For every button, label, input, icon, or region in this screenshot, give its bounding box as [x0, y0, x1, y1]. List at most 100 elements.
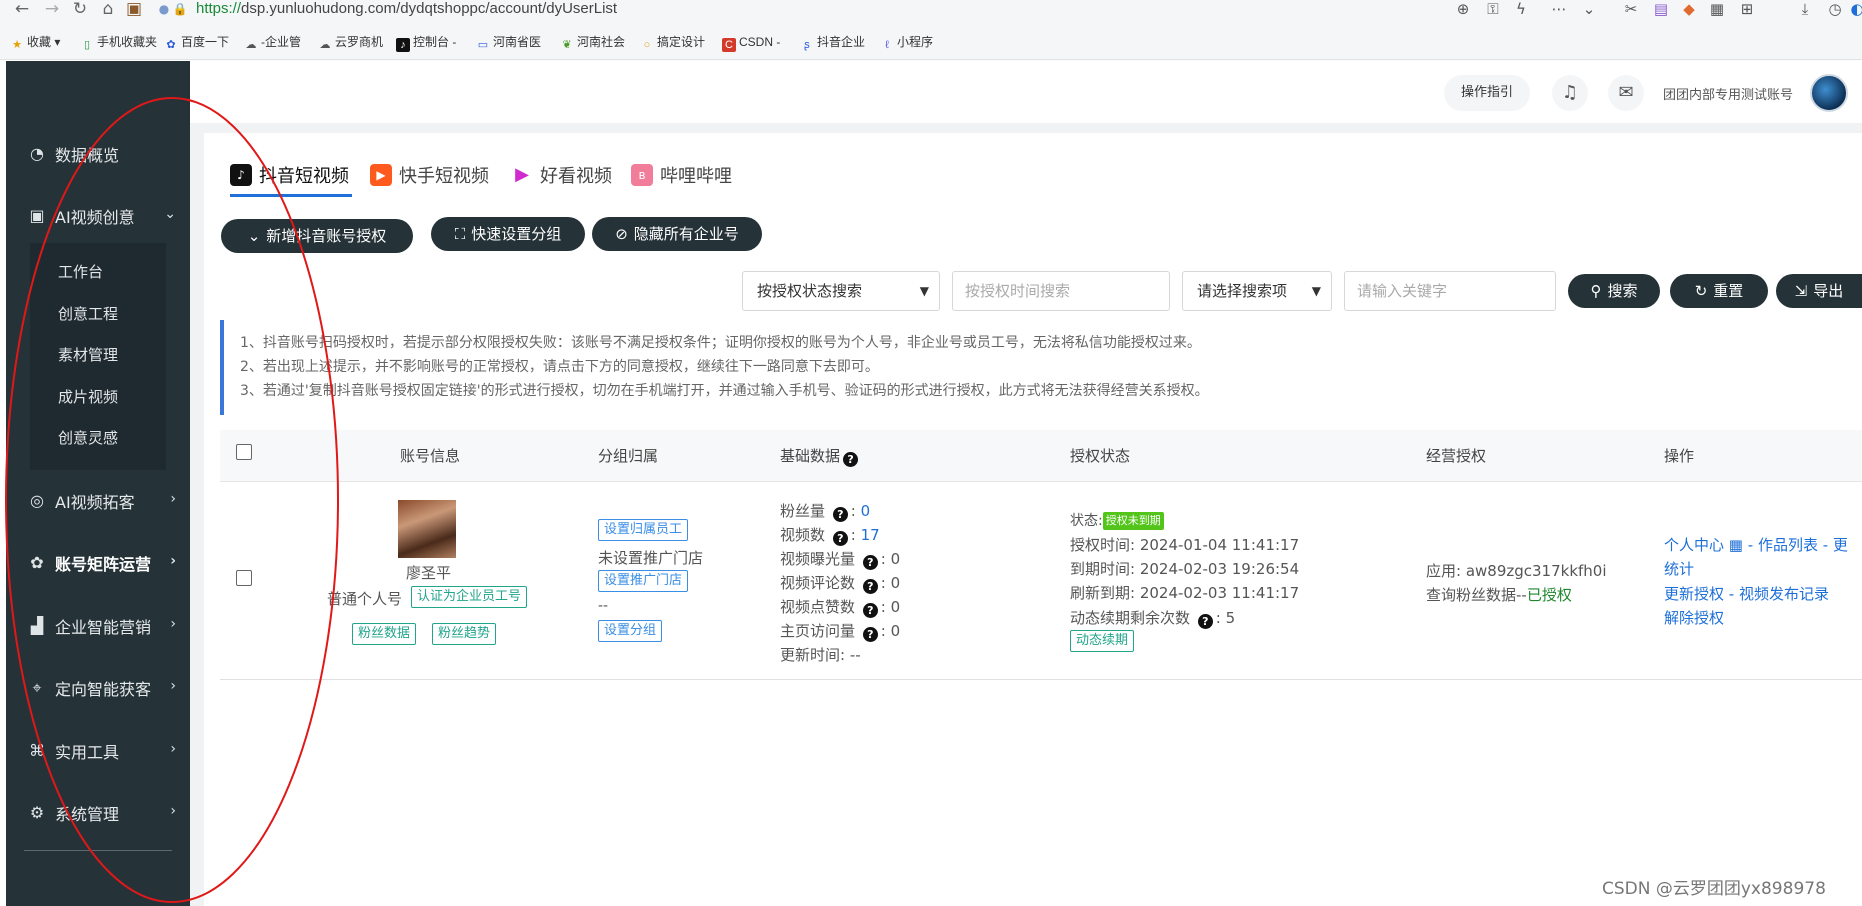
auth-status-select[interactable]: 按授权状态搜索 ▼	[742, 271, 940, 311]
personal-center-link[interactable]: 个人中心	[1664, 536, 1724, 554]
publish-log-link[interactable]: 视频发布记录	[1739, 585, 1829, 603]
set-store-button[interactable]: 设置推广门店	[598, 570, 689, 592]
avatar[interactable]	[1810, 74, 1848, 112]
bookmark-item[interactable]: ★ 收藏 ▾	[10, 34, 60, 52]
help-icon[interactable]: ?	[832, 507, 848, 522]
chevron-down-icon[interactable]: ⌄	[1578, 0, 1600, 20]
fans-label: 粉丝量	[780, 502, 826, 520]
sidebar-item-matrix[interactable]: ✿ 账号矩阵运营 ›	[6, 543, 190, 583]
target-icon: ◎	[30, 491, 44, 510]
extension-icon[interactable]: ▦	[1706, 0, 1728, 20]
select-all-checkbox[interactable]	[236, 444, 252, 460]
address-bar[interactable]: https://dsp.yunluohudong.com/dydqtshoppc…	[196, 0, 1636, 20]
submenu-item-workbench[interactable]: 工作台	[58, 261, 103, 282]
submenu-item-inspiration[interactable]: 创意灵感	[58, 427, 118, 448]
back-icon[interactable]: ←	[8, 0, 36, 20]
bag-icon[interactable]: ▣	[120, 0, 148, 20]
export-button[interactable]: ⇲ 导出	[1776, 274, 1862, 308]
guide-button[interactable]: 操作指引	[1444, 75, 1530, 111]
help-icon[interactable]: ?	[1197, 614, 1213, 629]
sidebar-item-ai-acquire[interactable]: ◎ AI视频拓客 ›	[6, 481, 190, 521]
bookmark-item[interactable]: ○ 搞定设计	[640, 34, 705, 52]
sidebar-item-tools[interactable]: ⌘ 实用工具 ›	[6, 731, 190, 771]
likes-value: 0	[890, 598, 901, 616]
location-icon: ⌖	[32, 678, 42, 697]
sidebar-item-system[interactable]: ⚙ 系统管理 ›	[6, 793, 190, 833]
bookmark-item[interactable]: ✿ 百度一下	[164, 34, 229, 52]
game-icon[interactable]: ◆	[1678, 0, 1700, 20]
search-button[interactable]: ⚲ 搜索	[1568, 274, 1660, 308]
help-icon[interactable]: ?	[843, 452, 859, 467]
key-icon[interactable]: ⚿	[1482, 0, 1504, 20]
row-checkbox[interactable]	[236, 570, 252, 586]
submenu-item-projects[interactable]: 创意工程	[58, 303, 118, 324]
hide-enterprise-button[interactable]: ⊘ 隐藏所有企业号	[592, 217, 762, 251]
tab-haokan[interactable]: ▶ 好看视频	[511, 160, 612, 190]
bookmark-item[interactable]: ʂ 抖音企业	[800, 34, 865, 52]
help-icon[interactable]: ?	[862, 627, 878, 642]
reset-button[interactable]: ↻ 重置	[1670, 274, 1768, 308]
zoom-icon[interactable]: ⊕	[1452, 0, 1474, 20]
bookmark-item[interactable]: ♪ 控制台 -	[396, 34, 456, 52]
bookmark-item[interactable]: ℓ 小程序	[880, 34, 933, 52]
submenu-item-materials[interactable]: 素材管理	[58, 344, 118, 365]
dynamic-renew-tag[interactable]: 动态续期	[1070, 630, 1135, 652]
bookmark-item[interactable]: C CSDN -	[722, 34, 780, 52]
history-icon[interactable]: ◷	[1824, 0, 1846, 20]
tab-douyin[interactable]: ♪ 抖音短视频	[230, 160, 349, 190]
sidebar-item-dashboard[interactable]: ◔ 数据概览	[6, 134, 190, 174]
fans-value[interactable]: 0	[861, 502, 871, 520]
tab-bilibili[interactable]: ʙ 哔哩哔哩	[631, 160, 732, 190]
tiktok-icon: ♪	[396, 38, 410, 52]
miniapp-icon: ℓ	[885, 39, 889, 51]
help-icon[interactable]: ?	[862, 555, 878, 570]
scissors-icon[interactable]: ✂	[1620, 0, 1642, 20]
account-name[interactable]: 团团内部专用测试账号	[1663, 84, 1793, 103]
keyword-input[interactable]: 请输入关键字	[1344, 271, 1556, 311]
add-account-button[interactable]: ⌄ 新增抖音账号授权	[221, 219, 413, 253]
download-icon[interactable]: ⤓	[1794, 0, 1816, 20]
auth-time-input[interactable]: 按授权时间搜索	[952, 271, 1170, 311]
forward-icon[interactable]: →	[38, 0, 66, 20]
home-icon[interactable]: ⌂	[94, 0, 122, 20]
bell-icon[interactable]: ♫	[1552, 75, 1588, 111]
help-icon[interactable]: ?	[862, 603, 878, 618]
help-icon[interactable]: ?	[862, 579, 878, 594]
profile-icon[interactable]: ◐	[1846, 0, 1862, 20]
quick-group-button[interactable]: ⛶ 快速设置分组	[431, 217, 585, 251]
help-icon[interactable]: ?	[832, 531, 848, 546]
revoke-link[interactable]: 解除授权	[1664, 607, 1724, 628]
stats-link[interactable]: 统计	[1664, 558, 1694, 579]
submenu-item-videos[interactable]: 成片视频	[58, 386, 118, 407]
verify-employee-tag[interactable]: 认证为企业员工号	[411, 586, 528, 608]
bookmark-item[interactable]: ❦ 河南社会	[560, 34, 625, 52]
sidebar-item-targeted[interactable]: ⌖ 定向智能获客 ›	[6, 668, 190, 708]
tab-kuaishou[interactable]: ▶ 快手短视频	[370, 160, 489, 190]
works-list-link[interactable]: 作品列表	[1758, 536, 1818, 554]
bookmark-item[interactable]: ▭ 河南省医	[476, 34, 541, 52]
sidebar-item-label: 账号矩阵运营	[55, 555, 152, 574]
set-staff-button[interactable]: 设置归属员工	[598, 519, 689, 541]
more-link[interactable]: 更	[1833, 536, 1848, 554]
apps-icon[interactable]: ⊞	[1736, 0, 1758, 20]
fans-trend-tag[interactable]: 粉丝趋势	[432, 623, 497, 645]
sidebar-item-marketing[interactable]: ▟ 企业智能营销 ›	[6, 606, 190, 646]
more-icon[interactable]: ⋯	[1548, 0, 1570, 20]
reload-icon[interactable]: ↻	[66, 0, 94, 20]
sidebar-item-ai-video[interactable]: ▣ AI视频创意 ⌄	[6, 196, 190, 236]
tab-active-underline	[230, 194, 352, 197]
notice-line: 2、若出现上述提示，并不影响账号的正常授权，请点击下方的同意授权，继续往下一路同…	[240, 359, 879, 375]
qrcode-icon[interactable]: ▦	[1729, 536, 1743, 554]
lightning-icon[interactable]: ϟ	[1510, 0, 1532, 20]
user-avatar[interactable]	[398, 500, 456, 558]
search-field-select[interactable]: 请选择搜索项 ▼	[1182, 271, 1332, 311]
translate-icon[interactable]: ▤	[1650, 0, 1672, 20]
fans-data-tag[interactable]: 粉丝数据	[352, 623, 417, 645]
bookmark-item[interactable]: ▯ 手机收藏夹	[80, 34, 157, 52]
videos-value[interactable]: 17	[861, 526, 880, 544]
mail-icon[interactable]: ✉	[1608, 75, 1644, 111]
bookmark-item[interactable]: ☁ -企业管	[244, 34, 302, 52]
bookmark-item[interactable]: ☁ 云罗商机	[318, 34, 384, 52]
reauth-link[interactable]: 更新授权	[1664, 585, 1724, 603]
set-group-button[interactable]: 设置分组	[598, 620, 663, 642]
